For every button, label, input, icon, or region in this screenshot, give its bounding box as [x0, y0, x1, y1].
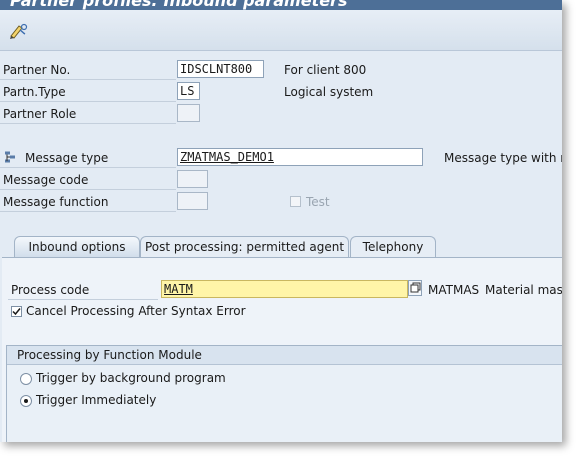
- label-divider: [0, 167, 176, 168]
- tab-label: Inbound options: [28, 240, 126, 254]
- partner-no-row: Partner No. IDSCLNT800 For client 800: [0, 60, 420, 80]
- application-toolbar: [0, 10, 562, 51]
- partner-no-desc: For client 800: [284, 63, 367, 77]
- message-code-field[interactable]: [177, 170, 208, 188]
- tab-inbound-options[interactable]: Inbound options: [14, 236, 140, 258]
- tab-post-processing[interactable]: Post processing: permitted agent: [140, 236, 349, 258]
- display-change-icon[interactable]: [8, 22, 28, 40]
- process-code-desc: Material maste: [485, 283, 562, 297]
- message-function-row: Message function Test: [0, 192, 420, 212]
- message-function-field[interactable]: [177, 192, 208, 210]
- partner-role-row: Partner Role: [0, 104, 420, 124]
- message-type-desc: Message type with ru: [444, 151, 562, 165]
- group-title: Processing by Function Module: [17, 348, 202, 362]
- partner-no-label: Partner No.: [3, 63, 71, 77]
- cancel-processing-checkbox[interactable]: [11, 306, 22, 317]
- radio-immediately-label: Trigger Immediately: [36, 393, 157, 407]
- label-divider: [8, 299, 158, 300]
- message-code-label: Message code: [3, 173, 89, 187]
- tab-telephony[interactable]: Telephony: [350, 236, 436, 258]
- test-label: Test: [306, 195, 330, 209]
- radio-background-program[interactable]: [20, 373, 32, 385]
- message-type-field[interactable]: ZMATMAS_DEMO1: [177, 148, 423, 166]
- label-divider: [0, 79, 176, 80]
- process-code-ref: MATMAS: [428, 283, 480, 297]
- label-divider: [0, 101, 176, 102]
- window-title: Partner profiles: Inbound parameters: [10, 0, 348, 10]
- sap-window: Partner profiles: Inbound parameters Par…: [0, 0, 562, 442]
- partn-type-row: Partn.Type LS Logical system: [0, 82, 420, 102]
- radio-trigger-immediately[interactable]: [20, 395, 32, 407]
- partn-type-field[interactable]: LS: [177, 82, 200, 100]
- process-code-label: Process code: [11, 283, 90, 297]
- message-type-label: Message type: [25, 151, 109, 165]
- partner-role-field[interactable]: [177, 104, 200, 122]
- test-checkbox[interactable]: [290, 196, 301, 207]
- process-code-field[interactable]: MATM: [161, 280, 408, 298]
- partner-role-label: Partner Role: [3, 107, 77, 121]
- label-divider: [0, 211, 176, 212]
- title-bar: Partner profiles: Inbound parameters: [0, 0, 562, 10]
- tab-label: Post processing: permitted agent: [144, 240, 345, 254]
- partn-type-desc: Logical system: [284, 85, 374, 99]
- processing-group: Processing by Function Module Trigger by…: [6, 345, 562, 442]
- group-header: Processing by Function Module: [7, 346, 562, 365]
- value-help-icon[interactable]: [408, 280, 422, 296]
- hierarchy-icon: [5, 151, 15, 163]
- message-code-row: Message code: [0, 170, 420, 190]
- checkmark-icon: [12, 308, 21, 316]
- tab-label: Telephony: [362, 240, 424, 254]
- label-divider: [0, 123, 176, 124]
- message-type-row: Message type ZMATMAS_DEMO1 Message type …: [0, 148, 562, 168]
- partner-no-field[interactable]: IDSCLNT800: [177, 60, 264, 78]
- message-function-label: Message function: [3, 195, 109, 209]
- radio-background-label: Trigger by background program: [36, 371, 226, 385]
- label-divider: [0, 189, 176, 190]
- partn-type-label: Partn.Type: [3, 85, 66, 99]
- process-code-row: Process code MATM MATMAS Material maste: [0, 280, 562, 300]
- cancel-processing-label: Cancel Processing After Syntax Error: [26, 304, 246, 318]
